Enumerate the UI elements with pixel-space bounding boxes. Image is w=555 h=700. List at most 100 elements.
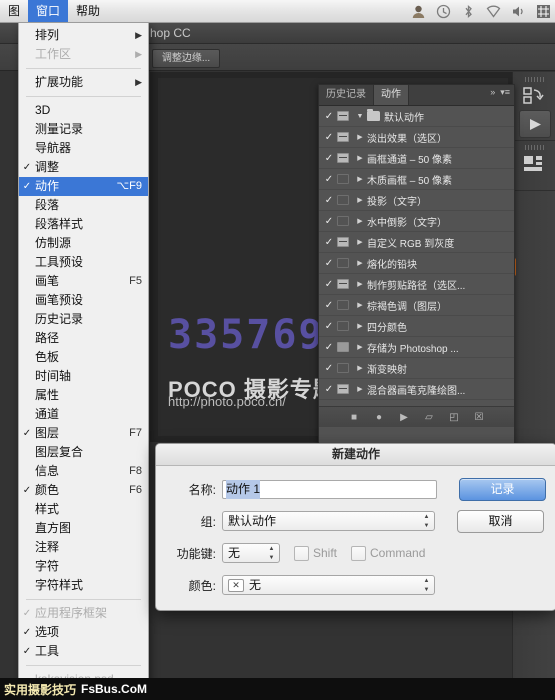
window-menu-item[interactable]: 画笔预设 xyxy=(19,291,148,310)
window-menu-item[interactable]: 导航器 xyxy=(19,139,148,158)
action-enabled-check-icon[interactable]: ✓ xyxy=(321,132,337,143)
collapse-panel-icon[interactable]: » xyxy=(490,88,495,97)
window-menu-item[interactable]: 直方图 xyxy=(19,519,148,538)
actions-panel[interactable]: 历史记录 动作 » ▾≡ ✓▼默认动作✓▶淡出效果（选区）✓▶画框通道 – 50… xyxy=(318,84,515,448)
window-menu-item[interactable]: 测量记录 xyxy=(19,120,148,139)
action-enabled-check-icon[interactable]: ✓ xyxy=(321,342,337,353)
clock-icon[interactable] xyxy=(436,4,451,19)
actions-list[interactable]: ✓▼默认动作✓▶淡出效果（选区）✓▶画框通道 – 50 像素✓▶木质画框 – 5… xyxy=(319,106,514,406)
action-dialog-toggle-icon[interactable] xyxy=(337,132,349,142)
chevron-right-icon[interactable]: ▶ xyxy=(353,196,367,204)
play-panel-icon[interactable] xyxy=(519,110,551,138)
command-checkbox-box[interactable] xyxy=(351,546,366,561)
window-menu-item[interactable]: 信息F8 xyxy=(19,462,148,481)
window-menu-item[interactable]: 段落 xyxy=(19,196,148,215)
window-menu-item[interactable]: ✓工具 xyxy=(19,642,148,661)
play-button[interactable]: ▶ xyxy=(398,411,411,424)
action-dialog-toggle-icon[interactable] xyxy=(337,195,349,205)
action-row[interactable]: ✓▶渐变映射 xyxy=(319,358,514,379)
action-row[interactable]: ✓▶制作剪贴路径（选区... xyxy=(319,274,514,295)
window-menu-item[interactable]: ✓图层F7 xyxy=(19,424,148,443)
input-method-icon[interactable] xyxy=(536,4,551,19)
window-menu-item[interactable]: 字符样式 xyxy=(19,576,148,595)
bluetooth-icon[interactable] xyxy=(461,4,476,19)
chevron-down-icon[interactable]: ▼ xyxy=(353,113,367,120)
chevron-right-icon[interactable]: ▶ xyxy=(353,364,367,372)
action-dialog-toggle-icon[interactable] xyxy=(337,279,349,289)
action-set-select[interactable]: 默认动作 ▲▼ xyxy=(222,511,435,531)
tab-actions[interactable]: 动作 xyxy=(374,85,409,105)
action-row[interactable]: ✓▶熔化的铅块 xyxy=(319,253,514,274)
action-row[interactable]: ✓▶自定义 RGB 到灰度 xyxy=(319,232,514,253)
window-menu-item[interactable]: 历史记录 xyxy=(19,310,148,329)
action-row[interactable]: ✓▶四分颜色 xyxy=(319,316,514,337)
window-menu-item[interactable]: 排列▶ xyxy=(19,26,148,45)
command-checkbox[interactable]: Command xyxy=(351,546,425,561)
chevron-right-icon[interactable]: ▶ xyxy=(353,322,367,330)
action-dialog-toggle-icon[interactable] xyxy=(337,174,349,184)
chevron-right-icon[interactable]: ▶ xyxy=(353,175,367,183)
user-icon[interactable] xyxy=(411,4,426,19)
window-menu-item[interactable]: 仿制源 xyxy=(19,234,148,253)
window-menu-item[interactable]: 扩展功能▶ xyxy=(19,73,148,92)
action-row[interactable]: ✓▶棕褐色调（图层） xyxy=(319,295,514,316)
record-button[interactable]: 记录 xyxy=(459,478,546,501)
action-row[interactable]: ✓▶淡出效果（选区） xyxy=(319,127,514,148)
shift-checkbox-box[interactable] xyxy=(294,546,309,561)
refine-edge-button[interactable]: 调整边缘... xyxy=(152,49,220,68)
action-enabled-check-icon[interactable]: ✓ xyxy=(321,384,337,395)
action-row[interactable]: ✓▶混合器画笔克隆绘图... xyxy=(319,379,514,400)
action-enabled-check-icon[interactable]: ✓ xyxy=(321,300,337,311)
action-row[interactable]: ✓▶投影（文字） xyxy=(319,190,514,211)
action-enabled-check-icon[interactable]: ✓ xyxy=(321,258,337,269)
chevron-right-icon[interactable]: ▶ xyxy=(353,154,367,162)
action-dialog-toggle-icon[interactable] xyxy=(337,384,349,394)
window-menu-item[interactable]: ✓颜色F6 xyxy=(19,481,148,500)
action-dialog-toggle-icon[interactable] xyxy=(337,363,349,373)
record-button[interactable]: ● xyxy=(373,411,386,424)
chevron-right-icon[interactable]: ▶ xyxy=(353,238,367,246)
action-set-row[interactable]: ✓▼默认动作 xyxy=(319,106,514,127)
action-enabled-check-icon[interactable]: ✓ xyxy=(321,153,337,164)
action-enabled-check-icon[interactable]: ✓ xyxy=(321,174,337,185)
window-menu-item[interactable]: 时间轴 xyxy=(19,367,148,386)
new-set-button[interactable]: ▱ xyxy=(423,411,436,424)
action-dialog-toggle-icon[interactable] xyxy=(337,216,349,226)
dock-group-history[interactable] xyxy=(513,72,555,141)
action-dialog-toggle-icon[interactable] xyxy=(337,321,349,331)
cancel-button[interactable]: 取消 xyxy=(457,510,544,533)
properties-panel-icon[interactable] xyxy=(523,154,546,179)
menubar-item-window[interactable]: 窗口 xyxy=(28,0,68,22)
chevron-right-icon[interactable]: ▶ xyxy=(353,301,367,309)
action-enabled-check-icon[interactable]: ✓ xyxy=(321,363,337,374)
chevron-right-icon[interactable]: ▶ xyxy=(353,343,367,351)
window-menu-item[interactable]: 图层复合 xyxy=(19,443,148,462)
window-menu-item[interactable]: 属性 xyxy=(19,386,148,405)
window-menu-item[interactable]: 字符 xyxy=(19,557,148,576)
shift-checkbox[interactable]: Shift xyxy=(294,546,337,561)
window-menu-item[interactable]: 注释 xyxy=(19,538,148,557)
stop-button[interactable]: ■ xyxy=(348,411,361,424)
chevron-right-icon[interactable]: ▶ xyxy=(353,133,367,141)
tab-history[interactable]: 历史记录 xyxy=(319,85,374,105)
chevron-right-icon[interactable]: ▶ xyxy=(353,217,367,225)
new-action-dialog[interactable]: 新建动作 名称: 动作 1 记录 组: 默认动作 ▲▼ 取消 功能键: 无 ▲▼ xyxy=(155,443,555,611)
window-menu-item[interactable]: 样式 xyxy=(19,500,148,519)
chevron-right-icon[interactable]: ▶ xyxy=(353,280,367,288)
window-menu-item[interactable]: 画笔F5 xyxy=(19,272,148,291)
chevron-right-icon[interactable]: ▶ xyxy=(353,385,367,393)
wifi-icon[interactable] xyxy=(486,4,501,19)
dock-group-properties[interactable] xyxy=(513,140,555,191)
volume-icon[interactable] xyxy=(511,4,526,19)
action-dialog-toggle-icon[interactable] xyxy=(337,237,349,247)
window-menu-item[interactable]: 路径 xyxy=(19,329,148,348)
window-menu-item[interactable]: 色板 xyxy=(19,348,148,367)
new-action-button[interactable]: ◰ xyxy=(448,411,461,424)
action-row[interactable]: ✓▶木质画框 – 50 像素 xyxy=(319,169,514,190)
window-menu-item[interactable]: 工具预设 xyxy=(19,253,148,272)
action-enabled-check-icon[interactable]: ✓ xyxy=(321,321,337,332)
delete-button[interactable]: ☒ xyxy=(473,411,486,424)
window-menu-item[interactable]: 3D xyxy=(19,101,148,120)
action-name-input[interactable]: 动作 1 xyxy=(222,480,437,499)
action-enabled-check-icon[interactable]: ✓ xyxy=(321,279,337,290)
